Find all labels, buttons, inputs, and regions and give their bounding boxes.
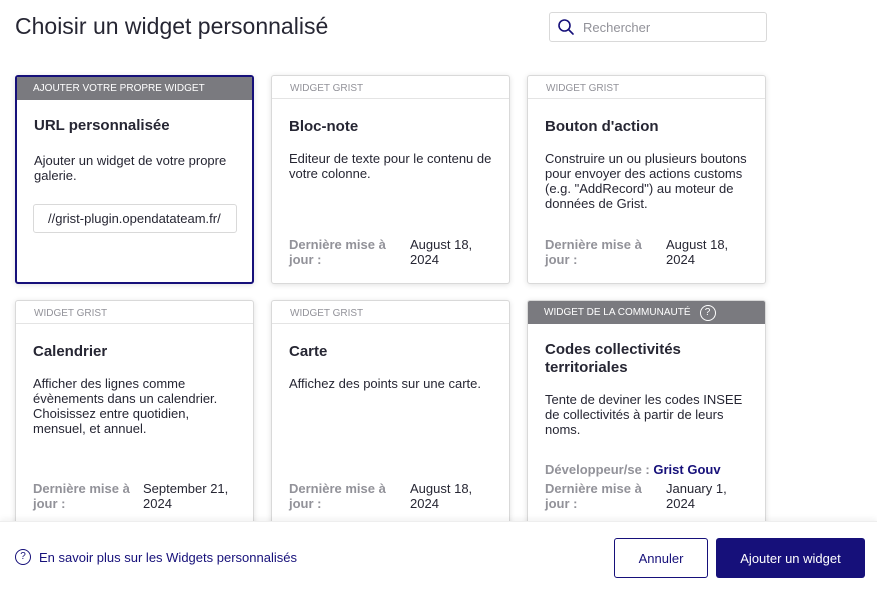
widget-name: Carte <box>289 343 328 360</box>
help-icon[interactable]: ? <box>699 304 716 321</box>
last-updated-value: August 18, 2024 <box>410 237 473 267</box>
widget-name: Codes collectivités territoriales <box>545 341 681 376</box>
widget-name: Bouton d'action <box>545 118 659 135</box>
developer-label: Développeur/se : <box>545 462 650 477</box>
last-updated-value: August 18, 2024 <box>410 481 473 511</box>
last-updated-label: Dernière mise à jour : <box>289 481 386 511</box>
card-type-badge: WIDGET GRIST <box>272 76 509 99</box>
search-box[interactable] <box>549 12 767 42</box>
card-type-badge: WIDGET DE LA COMMUNAUTÉ ? <box>528 301 765 324</box>
cancel-button[interactable]: Annuler <box>614 538 708 578</box>
widget-card-custom-url[interactable]: AJOUTER VOTRE PROPRE WIDGET URL personna… <box>15 75 254 284</box>
last-updated: Dernière mise à jour : January 1, 2024 <box>545 481 755 511</box>
last-updated-label: Dernière mise à jour : <box>289 237 386 267</box>
last-updated-value: September 21, 2024 <box>143 481 229 511</box>
question-circle-icon: ? <box>15 549 31 565</box>
custom-url-input[interactable]: //grist-plugin.opendatateam.fr/ <box>33 204 237 233</box>
widget-description: Affichez des points sur une carte. <box>289 376 481 391</box>
widget-description: Afficher des lignes comme évènements dan… <box>33 376 218 436</box>
widget-description: Editeur de texte pour le contenu de votr… <box>289 151 492 181</box>
last-updated-label: Dernière mise à jour : <box>545 481 642 511</box>
learn-more-text[interactable]: En savoir plus sur les Widgets personnal… <box>39 550 297 565</box>
dialog-footer: ? En savoir plus sur les Widgets personn… <box>0 521 877 591</box>
widget-name: Bloc-note <box>289 118 359 135</box>
developer: Développeur/se : Grist Gouv <box>545 462 721 477</box>
last-updated-label: Dernière mise à jour : <box>545 237 642 267</box>
widget-card-territorial-codes[interactable]: WIDGET DE LA COMMUNAUTÉ ? Codes collecti… <box>527 300 766 530</box>
card-type-badge: WIDGET GRIST <box>272 301 509 324</box>
card-type-badge: AJOUTER VOTRE PROPRE WIDGET <box>17 77 252 100</box>
last-updated: Dernière mise à jour : August 18, 2024 <box>545 237 755 267</box>
last-updated: Dernière mise à jour : September 21, 202… <box>33 481 243 511</box>
last-updated: Dernière mise à jour : August 18, 2024 <box>289 237 499 267</box>
last-updated: Dernière mise à jour : August 18, 2024 <box>289 481 499 511</box>
widget-name: Calendrier <box>33 343 108 360</box>
widget-card-map[interactable]: WIDGET GRIST Carte Affichez des points s… <box>271 300 510 530</box>
last-updated-label: Dernière mise à jour : <box>33 481 130 511</box>
widget-card-calendar[interactable]: WIDGET GRIST Calendrier Afficher des lig… <box>15 300 254 530</box>
widget-description: Ajouter un widget de votre propre galeri… <box>34 153 227 183</box>
last-updated-value: January 1, 2024 <box>666 481 727 511</box>
card-type-badge: WIDGET GRIST <box>16 301 253 324</box>
widget-card-action-button[interactable]: WIDGET GRIST Bouton d'action Construire … <box>527 75 766 284</box>
widget-description: Tente de deviner les codes INSEE de coll… <box>545 392 743 437</box>
card-type-label: WIDGET DE LA COMMUNAUTÉ <box>544 307 691 318</box>
card-type-badge: WIDGET GRIST <box>528 76 765 99</box>
learn-more-link[interactable]: ? En savoir plus sur les Widgets personn… <box>15 549 297 565</box>
page-title: Choisir un widget personnalisé <box>15 13 329 39</box>
add-widget-button[interactable]: Ajouter un widget <box>716 538 865 578</box>
search-input[interactable] <box>583 19 753 35</box>
widget-card-bloc-note[interactable]: WIDGET GRIST Bloc-note Editeur de texte … <box>271 75 510 284</box>
last-updated-value: August 18, 2024 <box>666 237 729 267</box>
widget-description: Construire un ou plusieurs boutons pour … <box>545 151 747 211</box>
search-icon <box>557 18 575 36</box>
developer-name: Grist Gouv <box>653 462 721 477</box>
widget-name: URL personnalisée <box>34 117 170 134</box>
